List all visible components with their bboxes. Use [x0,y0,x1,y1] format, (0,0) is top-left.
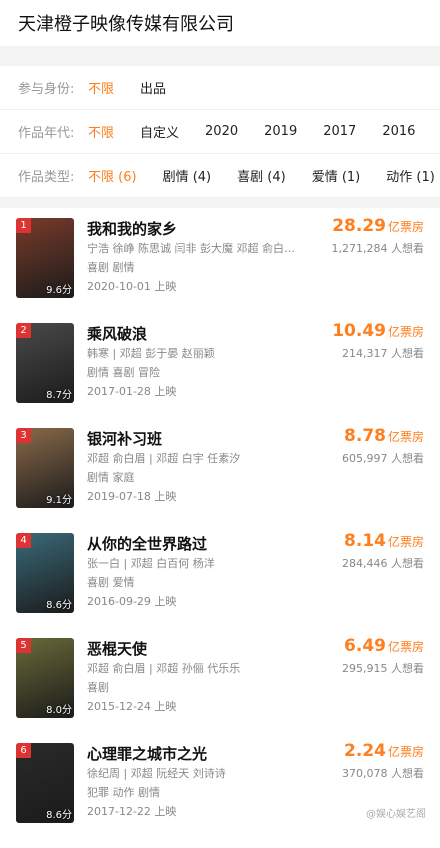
box-office: 28.29 亿票房 [332,216,424,236]
filter-panel: 参与身份: 不限 出品 作品年代: 不限 自定义 2020 2019 2017 2016 作品类型:… [0,66,440,198]
release-date: 2019-07-18 上映 [87,490,177,503]
movie-item[interactable]: 1 9.6分 我和我的家乡宁浩 徐峥 陈思诚 闫非 彭大魔 邓超 俞白… 喜剧 剧情 2… [0,216,440,323]
movie-cast: 宁浩 徐峥 陈思诚 闫非 彭大魔 邓超 俞白… [87,242,295,255]
box-office-value: 10.49 [332,321,386,341]
movie-title: 从你的全世界路过 [87,535,208,553]
movie-item[interactable]: 2 8.7分 乘风破浪韩寒 | 邓超 彭于晏 赵丽颖 剧情 喜剧 冒险 2017-01-… [0,321,440,428]
release-date: 2020-10-01 上映 [87,280,177,293]
movie-genres: 剧情 家庭 [87,471,135,484]
movie-poster[interactable]: 3 9.1分 [16,428,74,508]
movie-item[interactable]: 4 8.6分 从你的全世界路过张一白 | 邓超 白百何 杨洋 喜剧 爱情 2016-09… [0,531,440,638]
want-count: 284,446 人想看 [342,557,424,570]
rank-badge: 2 [16,323,31,338]
poster-score: 9.1分 [46,495,72,506]
release-date: 2016-09-29 上映 [87,595,177,608]
want-count: 605,997 人想看 [342,452,424,465]
release-date: 2015-12-24 上映 [87,700,177,713]
movie-poster[interactable]: 6 8.6分 [16,743,74,823]
movie-cast: 韩寒 | 邓超 彭于晏 赵丽颖 [87,347,215,360]
movie-poster[interactable]: 4 8.6分 [16,533,74,613]
movie-poster[interactable]: 5 8.0分 [16,638,74,718]
release-date: 2017-12-22 上映 [87,805,177,818]
want-count: 370,078 人想看 [342,767,424,780]
movie-genres: 犯罪 动作 剧情 [87,786,160,799]
box-office: 6.49 亿票房 [344,636,424,656]
box-office-value: 28.29 [332,216,386,236]
filter-row: 参与身份: 不限 出品 [0,66,440,110]
filter-option[interactable]: 出品 [140,78,166,97]
box-office-unit: 亿票房 [387,640,424,654]
movie-genres: 喜剧 剧情 [87,261,135,274]
movie-cast: 张一白 | 邓超 白百何 杨洋 [87,557,215,570]
box-office: 8.78 亿票房 [344,426,424,446]
filter-option[interactable]: 剧情 (4) [163,166,212,185]
release-date: 2017-01-28 上映 [87,385,177,398]
movie-cast: 邓超 俞白眉 | 邓超 白宇 任素汐 [87,452,241,465]
filter-option[interactable]: 2020 [205,124,238,139]
filter-label: 作品年代: [18,126,75,141]
filter-option[interactable]: 2019 [264,124,297,139]
filter-option[interactable]: 喜剧 (4) [237,166,286,185]
movie-genres: 喜剧 爱情 [87,576,135,589]
box-office-unit: 亿票房 [387,535,424,549]
box-office-value: 8.14 [344,531,386,551]
poster-score: 8.6分 [46,810,72,821]
movie-genres: 喜剧 [87,681,109,694]
movie-item[interactable]: 5 8.0分 恶棍天使邓超 俞白眉 | 邓超 孙俪 代乐乐 喜剧 2015-12-24 … [0,636,440,743]
want-count: 214,317 人想看 [342,347,424,360]
box-office-unit: 亿票房 [387,220,424,234]
poster-score: 8.6分 [46,600,72,611]
filter-row: 作品年代: 不限 自定义 2020 2019 2017 2016 [0,110,440,154]
filter-option[interactable]: 2017 [323,124,356,139]
movie-title: 我和我的家乡 [87,220,178,238]
watermark: @娱心娱艺阁 [366,809,426,820]
rank-badge: 1 [16,218,31,233]
company-title: 天津橙子映像传媒有限公司 [18,14,234,35]
header: 天津橙子映像传媒有限公司 [0,0,440,46]
filter-option[interactable]: 爱情 (1) [312,166,361,185]
rank-badge: 3 [16,428,31,443]
rank-badge: 4 [16,533,31,548]
movie-title: 银河补习班 [87,430,163,448]
poster-score: 8.7分 [46,390,72,401]
filter-option[interactable]: 不限 (6) [88,166,137,185]
box-office-unit: 亿票房 [387,325,424,339]
box-office-unit: 亿票房 [387,745,424,759]
movie-title: 心理罪之城市之光 [87,745,208,763]
box-office: 8.14 亿票房 [344,531,424,551]
box-office: 2.24 亿票房 [344,741,424,761]
want-count: 295,915 人想看 [342,662,424,675]
movie-poster[interactable]: 2 8.7分 [16,323,74,403]
rank-badge: 6 [16,743,31,758]
movie-cast: 邓超 俞白眉 | 邓超 孙俪 代乐乐 [87,662,241,675]
want-count: 1,271,284 人想看 [331,242,424,255]
poster-score: 9.6分 [46,285,72,296]
filter-option[interactable]: 不限 [88,122,114,141]
section-gap [0,198,440,208]
filter-option[interactable]: 动作 (1) [386,166,435,185]
movie-title: 恶棍天使 [87,640,148,658]
movie-poster[interactable]: 1 9.6分 [16,218,74,298]
box-office-value: 2.24 [344,741,386,761]
rank-badge: 5 [16,638,31,653]
movie-title: 乘风破浪 [87,325,148,343]
movie-item[interactable]: 6 8.6分 心理罪之城市之光徐纪周 | 邓超 阮经天 刘诗诗 犯罪 动作 剧情 201… [0,741,440,848]
filter-label: 参与身份: [18,82,75,97]
filter-option[interactable]: 不限 [88,78,114,97]
movie-cast: 徐纪周 | 邓超 阮经天 刘诗诗 [87,767,226,780]
box-office-value: 6.49 [344,636,386,656]
poster-score: 8.0分 [46,705,72,716]
box-office: 10.49 亿票房 [332,321,424,341]
filter-option[interactable]: 2016 [382,124,415,139]
box-office-value: 8.78 [344,426,386,446]
box-office-unit: 亿票房 [387,430,424,444]
section-gap [0,46,440,66]
movie-genres: 剧情 喜剧 冒险 [87,366,160,379]
filter-label: 作品类型: [18,170,75,185]
filter-row: 作品类型: 不限 (6) 剧情 (4) 喜剧 (4) 爱情 (1) 动作 (1) [0,154,440,198]
filter-option[interactable]: 自定义 [140,122,179,141]
movie-item[interactable]: 3 9.1分 银河补习班邓超 俞白眉 | 邓超 白宇 任素汐 剧情 家庭 2019-07… [0,426,440,533]
